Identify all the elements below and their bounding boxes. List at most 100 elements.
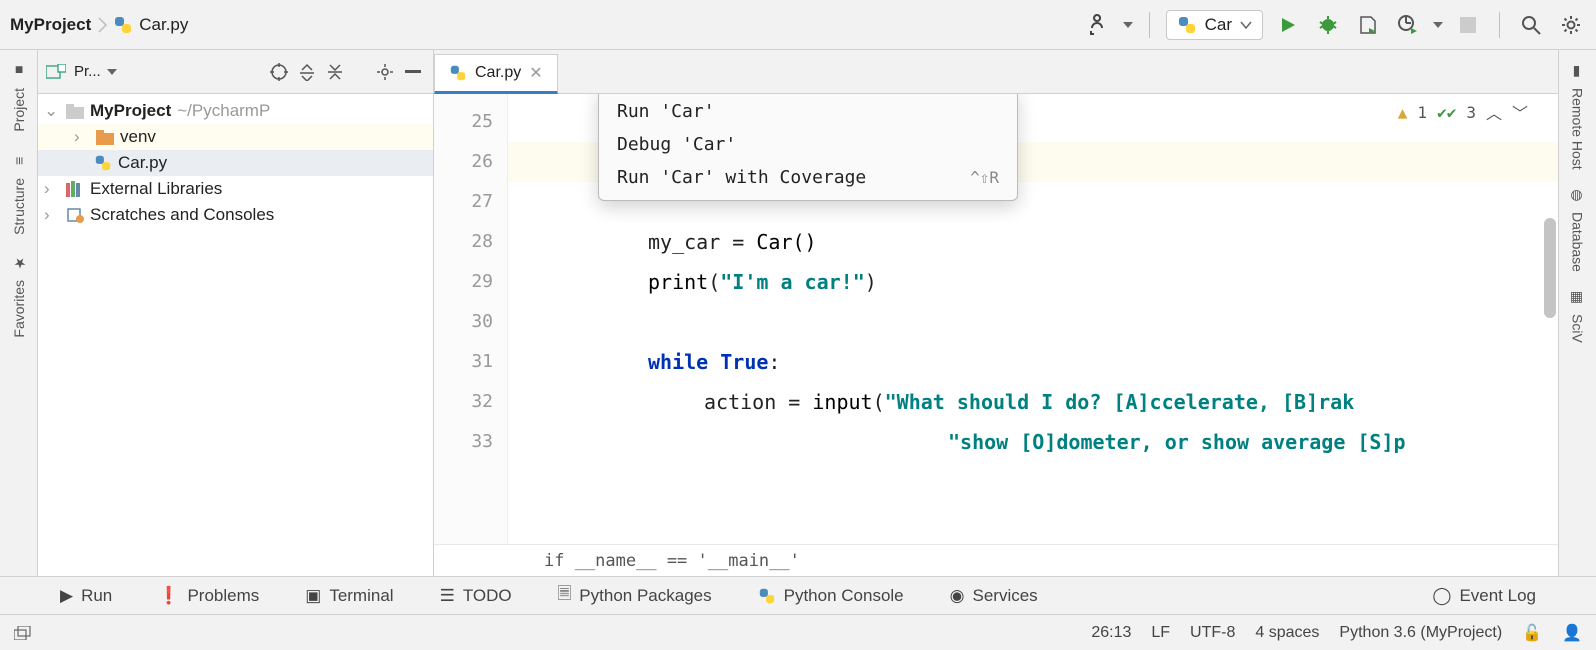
- python-file-icon: [113, 15, 133, 35]
- services-tab[interactable]: ◉ Services: [950, 586, 1038, 606]
- folder-icon: ■: [8, 60, 30, 82]
- dropdown-arrow-icon[interactable]: [1433, 22, 1443, 28]
- editor-tab[interactable]: Car.py ✕: [434, 54, 558, 94]
- breadcrumb-file[interactable]: Car.py: [139, 15, 188, 35]
- chevron-down-icon[interactable]: ⌄: [44, 101, 60, 121]
- breadcrumb-project[interactable]: MyProject: [10, 15, 91, 35]
- run-button[interactable]: [1273, 10, 1303, 40]
- folder-icon: [96, 130, 114, 145]
- close-icon[interactable]: ✕: [529, 63, 542, 83]
- breadcrumb[interactable]: MyProject Car.py: [10, 15, 188, 35]
- warn-icon: ❗: [158, 586, 179, 606]
- profile-button[interactable]: [1393, 10, 1423, 40]
- run-configuration-selector[interactable]: Car: [1166, 10, 1263, 40]
- tree-item-label: External Libraries: [90, 179, 222, 199]
- todo-tab[interactable]: ☰ TODO: [440, 586, 512, 606]
- editor-breadcrumb[interactable]: if __name__ == '__main__': [434, 544, 1558, 576]
- python-file-icon: [449, 64, 467, 82]
- line-number[interactable]: 33: [434, 422, 507, 462]
- bubble-icon: ◯: [1432, 586, 1451, 606]
- folder-icon: [66, 104, 84, 119]
- file-encoding[interactable]: UTF-8: [1190, 624, 1235, 642]
- inspections-widget[interactable]: ▲ 1 ✔✔ 3 ︿ ﹀: [1398, 100, 1528, 124]
- editor-body[interactable]: 25 26 27 28 29 30 31 32 33 ▲ 1 ✔✔ 3 ︿ ﹀: [434, 94, 1558, 544]
- project-panel: Pr... ⌄: [38, 50, 434, 576]
- breadcrumb-node[interactable]: if __name__ == '__main__': [544, 551, 800, 571]
- tree-row-file[interactable]: Car.py: [38, 150, 433, 176]
- tab-label: Car.py: [475, 64, 521, 82]
- chevron-up-icon[interactable]: ︿: [1486, 100, 1502, 124]
- project-view-icon: [46, 64, 66, 80]
- chevron-right-icon[interactable]: ›: [44, 205, 60, 225]
- vcs-icon[interactable]: [1083, 10, 1113, 40]
- remote-host-tab[interactable]: ▮ Remote Host: [1567, 60, 1589, 170]
- play-icon: ▶: [60, 586, 73, 606]
- chevron-right-icon[interactable]: ›: [74, 127, 90, 147]
- hide-panel-icon[interactable]: [401, 60, 425, 84]
- menu-item-run[interactable]: Run 'Car': [599, 95, 1017, 128]
- database-tab[interactable]: ◍ Database: [1567, 184, 1589, 272]
- sciview-icon: ▦: [1567, 286, 1589, 308]
- scrollbar-thumb[interactable]: [1544, 218, 1556, 318]
- favorites-tool-tab[interactable]: Favorites ★: [8, 252, 30, 338]
- line-number[interactable]: 29: [434, 262, 507, 302]
- locate-icon[interactable]: [267, 60, 291, 84]
- cursor-position[interactable]: 26:13: [1091, 624, 1131, 642]
- terminal-icon: ▣: [305, 586, 321, 606]
- line-number[interactable]: 26: [434, 142, 507, 182]
- menu-item-debug[interactable]: Debug 'Car': [599, 128, 1017, 161]
- code-editor[interactable]: ▲ 1 ✔✔ 3 ︿ ﹀ : my_car = Car() print("I'm…: [508, 94, 1558, 544]
- line-number[interactable]: 25: [434, 102, 507, 142]
- problems-tab[interactable]: ❗ Problems: [158, 586, 259, 606]
- packages-icon: 🗏: [558, 581, 572, 610]
- tree-item-label: venv: [120, 127, 156, 147]
- line-number[interactable]: 30: [434, 302, 507, 342]
- tree-row-scratches[interactable]: › Scratches and Consoles: [38, 202, 433, 228]
- python-console-tab[interactable]: Python Console: [758, 586, 904, 606]
- coverage-button[interactable]: [1353, 10, 1383, 40]
- project-tree[interactable]: ⌄ MyProject ~/PycharmP › venv Car.py: [38, 94, 433, 232]
- panel-title[interactable]: Pr...: [74, 63, 101, 80]
- python-icon: [1177, 15, 1197, 35]
- dropdown-arrow-icon[interactable]: [1123, 22, 1133, 28]
- settings-icon[interactable]: [1556, 10, 1586, 40]
- debug-button[interactable]: [1313, 10, 1343, 40]
- run-tool-tab[interactable]: ▶ Run: [60, 586, 112, 606]
- tree-project-name: MyProject: [90, 101, 171, 121]
- sciview-tab[interactable]: ▦ SciV: [1567, 286, 1589, 343]
- gutter-context-menu: Run 'Car' Debug 'Car' Run 'Car' with Cov…: [598, 94, 1018, 201]
- python-file-icon: [94, 154, 112, 172]
- line-number[interactable]: 32: [434, 382, 507, 422]
- windows-icon[interactable]: [14, 626, 32, 640]
- python-interpreter[interactable]: Python 3.6 (MyProject): [1339, 624, 1502, 642]
- status-bar: 26:13 LF UTF-8 4 spaces Python 3.6 (MyPr…: [0, 614, 1596, 650]
- line-separator[interactable]: LF: [1151, 624, 1170, 642]
- libraries-icon: [66, 181, 84, 197]
- structure-tool-tab[interactable]: Structure ≡: [8, 150, 30, 235]
- indent-setting[interactable]: 4 spaces: [1255, 624, 1319, 642]
- search-icon[interactable]: [1516, 10, 1546, 40]
- menu-item-coverage[interactable]: Run 'Car' with Coverage ^⇧R: [599, 161, 1017, 194]
- chevron-down-icon[interactable]: ﹀: [1512, 100, 1528, 124]
- line-number[interactable]: 27: [434, 182, 507, 222]
- terminal-tab[interactable]: ▣ Terminal: [305, 586, 393, 606]
- inspector-icon[interactable]: 👤: [1562, 623, 1582, 643]
- gutter[interactable]: 25 26 27 28 29 30 31 32 33: [434, 94, 508, 544]
- python-packages-tab[interactable]: 🗏 Python Packages: [558, 581, 712, 610]
- line-number[interactable]: 31: [434, 342, 507, 382]
- tree-row-external-libraries[interactable]: › External Libraries: [38, 176, 433, 202]
- expand-all-icon[interactable]: [295, 60, 319, 84]
- todo-icon: ☰: [440, 586, 455, 606]
- navigation-bar: MyProject Car.py Car: [0, 0, 1596, 50]
- line-number[interactable]: 28: [434, 222, 507, 262]
- collapse-all-icon[interactable]: [323, 60, 347, 84]
- tree-item-label: Car.py: [118, 153, 167, 173]
- chevron-down-icon[interactable]: [107, 69, 117, 75]
- panel-settings-icon[interactable]: [373, 60, 397, 84]
- event-log-tab[interactable]: ◯ Event Log: [1432, 586, 1536, 606]
- chevron-right-icon[interactable]: ›: [44, 179, 60, 199]
- tree-row-project[interactable]: ⌄ MyProject ~/PycharmP: [38, 98, 433, 124]
- lock-icon[interactable]: 🔓: [1522, 623, 1542, 643]
- tree-row-venv[interactable]: › venv: [38, 124, 433, 150]
- project-tool-tab[interactable]: Project ■: [8, 60, 30, 132]
